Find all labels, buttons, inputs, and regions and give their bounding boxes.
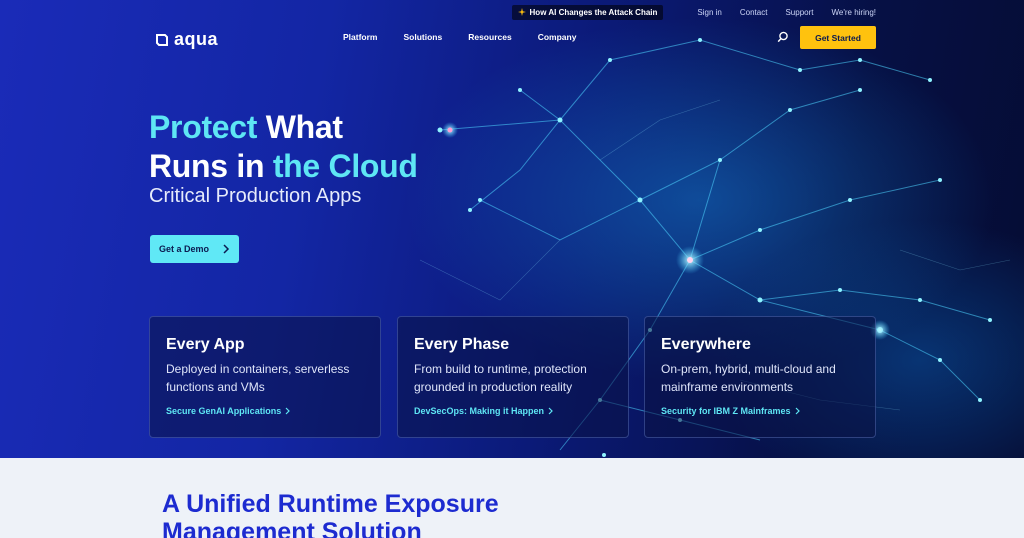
aqua-logo-icon xyxy=(156,33,168,46)
nav-item-company[interactable]: Company xyxy=(538,32,577,42)
card-link-label: Secure GenAI Applications xyxy=(166,406,282,416)
card-link-genai[interactable]: Secure GenAI Applications xyxy=(166,406,364,416)
card-link-label: DevSecOps: Making it Happen xyxy=(414,406,545,416)
section-title: A Unified Runtime Exposure Management So… xyxy=(162,490,499,538)
brand-name: aqua xyxy=(174,29,219,49)
nav-item-platform[interactable]: Platform xyxy=(343,32,377,42)
nav-item-resources[interactable]: Resources xyxy=(468,32,511,42)
card-everywhere: Everywhere On-prem, hybrid, multi-cloud … xyxy=(644,316,876,438)
hero-headline: Protect What Runs in the Cloud xyxy=(149,108,418,186)
promo-link[interactable]: How AI Changes the Attack Chain xyxy=(511,4,664,20)
card-every-phase: Every Phase From build to runtime, prote… xyxy=(397,316,629,438)
sparkle-icon xyxy=(517,8,526,16)
demo-button-label: Get a Demo xyxy=(159,244,210,254)
unified-runtime-section: A Unified Runtime Exposure Management So… xyxy=(0,458,1024,538)
aqua-logo[interactable]: aqua xyxy=(155,29,218,50)
card-text: On-prem, hybrid, multi-cloud and mainfra… xyxy=(661,362,836,394)
card-title: Every Phase xyxy=(414,336,510,353)
utility-bar: How AI Changes the Attack Chain Sign in … xyxy=(511,4,876,20)
card-every-app: Every App Deployed in containers, server… xyxy=(149,316,381,438)
chevron-right-icon xyxy=(285,407,291,415)
headline-accent-protect: Protect xyxy=(149,109,258,145)
card-title: Every App xyxy=(166,336,245,353)
search-icon[interactable] xyxy=(777,31,789,43)
card-link-ibm-z[interactable]: Security for IBM Z Mainframes xyxy=(661,406,859,416)
hero-subtitle: Critical Production Apps xyxy=(149,185,362,207)
card-title: Everywhere xyxy=(661,336,751,353)
headline-accent-cloud: the Cloud xyxy=(272,148,418,184)
get-a-demo-button[interactable]: Get a Demo xyxy=(150,235,239,263)
hero-section: How AI Changes the Attack Chain Sign in … xyxy=(0,0,1024,458)
card-link-label: Security for IBM Z Mainframes xyxy=(661,406,791,416)
sign-in-link[interactable]: Sign in xyxy=(697,8,721,17)
headline-runs-in: Runs in xyxy=(149,148,273,184)
support-link[interactable]: Support xyxy=(785,8,813,17)
card-text: From build to runtime, protection ground… xyxy=(414,362,587,394)
headline-what: What xyxy=(257,109,343,145)
contact-link[interactable]: Contact xyxy=(740,8,768,17)
chevron-right-icon xyxy=(548,407,553,415)
chevron-right-icon xyxy=(223,244,230,254)
get-started-button[interactable]: Get Started xyxy=(800,26,876,49)
card-link-devsecops[interactable]: DevSecOps: Making it Happen xyxy=(414,406,612,416)
card-text: Deployed in containers, serverless funct… xyxy=(166,362,350,394)
promo-label: How AI Changes the Attack Chain xyxy=(529,7,658,17)
nav-item-solutions[interactable]: Solutions xyxy=(403,32,442,42)
hiring-link[interactable]: We're hiring! xyxy=(831,8,876,17)
chevron-right-icon xyxy=(795,407,800,415)
main-nav: Platform Solutions Resources Company xyxy=(343,32,602,42)
